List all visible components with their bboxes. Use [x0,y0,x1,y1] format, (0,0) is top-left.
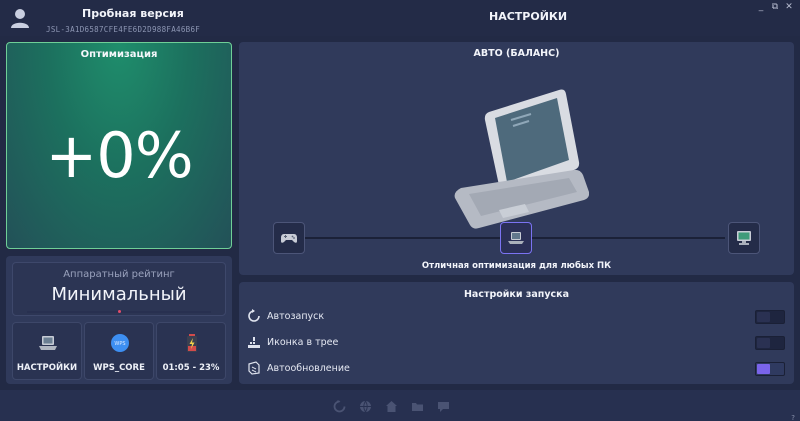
hardware-rating: Аппаратный рейтинг Минимальный [12,262,226,316]
laptop-icon [508,232,524,244]
refresh-icon[interactable] [333,400,346,413]
wps-core-tile[interactable]: WPS WPS_CORE [84,322,154,380]
hardware-panel: Аппаратный рейтинг Минимальный НАСТРОЙКИ… [6,256,232,384]
gamepad-icon [281,234,297,243]
autostart-label: Автозапуск [267,311,325,322]
chat-icon[interactable] [437,400,450,413]
update-icon [248,361,260,375]
autostart-toggle[interactable] [755,310,785,324]
laptop-illustration-icon [454,89,589,229]
laptop-icon [39,336,57,350]
rating-label: Аппаратный рейтинг [63,269,175,280]
rating-marker [118,310,121,313]
bottom-toolbar [0,390,800,421]
user-avatar-icon[interactable] [10,8,30,28]
optimization-value: +0% [45,119,193,192]
restore-button[interactable]: ⧉ [770,2,780,12]
autoupdate-toggle[interactable] [755,362,785,376]
tray-icon-row: Иконка в трее [247,334,787,352]
globe-icon[interactable] [359,400,372,413]
minimize-button[interactable]: _ [756,2,766,12]
launch-settings-panel: Настройки запуска Автозапуск Иконка в тр… [239,282,794,384]
balanced-mode-button[interactable] [500,222,532,254]
wps-core-label: WPS_CORE [93,363,145,373]
window-controls: _ ⧉ ✕ [756,2,794,12]
gaming-mode-button[interactable] [273,222,305,254]
trial-title: Пробная версия [82,7,184,20]
battery-icon [187,334,197,352]
battery-tile[interactable]: 01:05 - 23% [156,322,226,380]
settings-tile-label: НАСТРОЙКИ [16,363,78,373]
rating-track [27,310,211,313]
auto-mode-title: АВТО (БАЛАНС) [473,48,560,59]
help-icon[interactable]: ? [791,414,795,421]
rating-value: Минимальный [51,284,187,305]
optimization-panel[interactable]: Оптимизация +0% [6,42,232,249]
desktop-mode-button[interactable] [728,222,760,254]
auto-mode-panel: АВТО (БАЛАНС) Отличная оптимизация для л… [239,42,794,275]
wps-icon: WPS [111,334,129,352]
monitor-icon [737,231,751,245]
title-bar: Пробная версия JSL-3A1D6587CFE4FE6D2D988… [0,0,800,36]
close-button[interactable]: ✕ [784,2,794,12]
folder-icon[interactable] [411,400,424,413]
mode-caption: Отличная оптимизация для любых ПК [421,261,612,271]
optimization-label: Оптимизация [80,49,158,60]
tray-icon-label: Иконка в трее [267,337,339,348]
battery-status-label: 01:05 - 23% [162,363,220,373]
wps-badge: WPS [114,341,125,347]
page-title: НАСТРОЙКИ [489,10,568,23]
tray-icon-toggle[interactable] [755,336,785,350]
settings-tile[interactable]: НАСТРОЙКИ [12,322,82,380]
license-key: JSL-3A1D6587CFE4FE6D2D988FA46B6F [46,25,201,34]
tray-icon [248,337,260,348]
autoupdate-label: Автообновление [267,363,350,374]
launch-settings-title: Настройки запуска [463,289,570,300]
autoupdate-row: Автообновление [247,360,787,378]
home-icon[interactable] [385,400,398,413]
refresh-icon [248,309,260,322]
autostart-row: Автозапуск [247,308,787,326]
bottom-icons [333,400,450,413]
